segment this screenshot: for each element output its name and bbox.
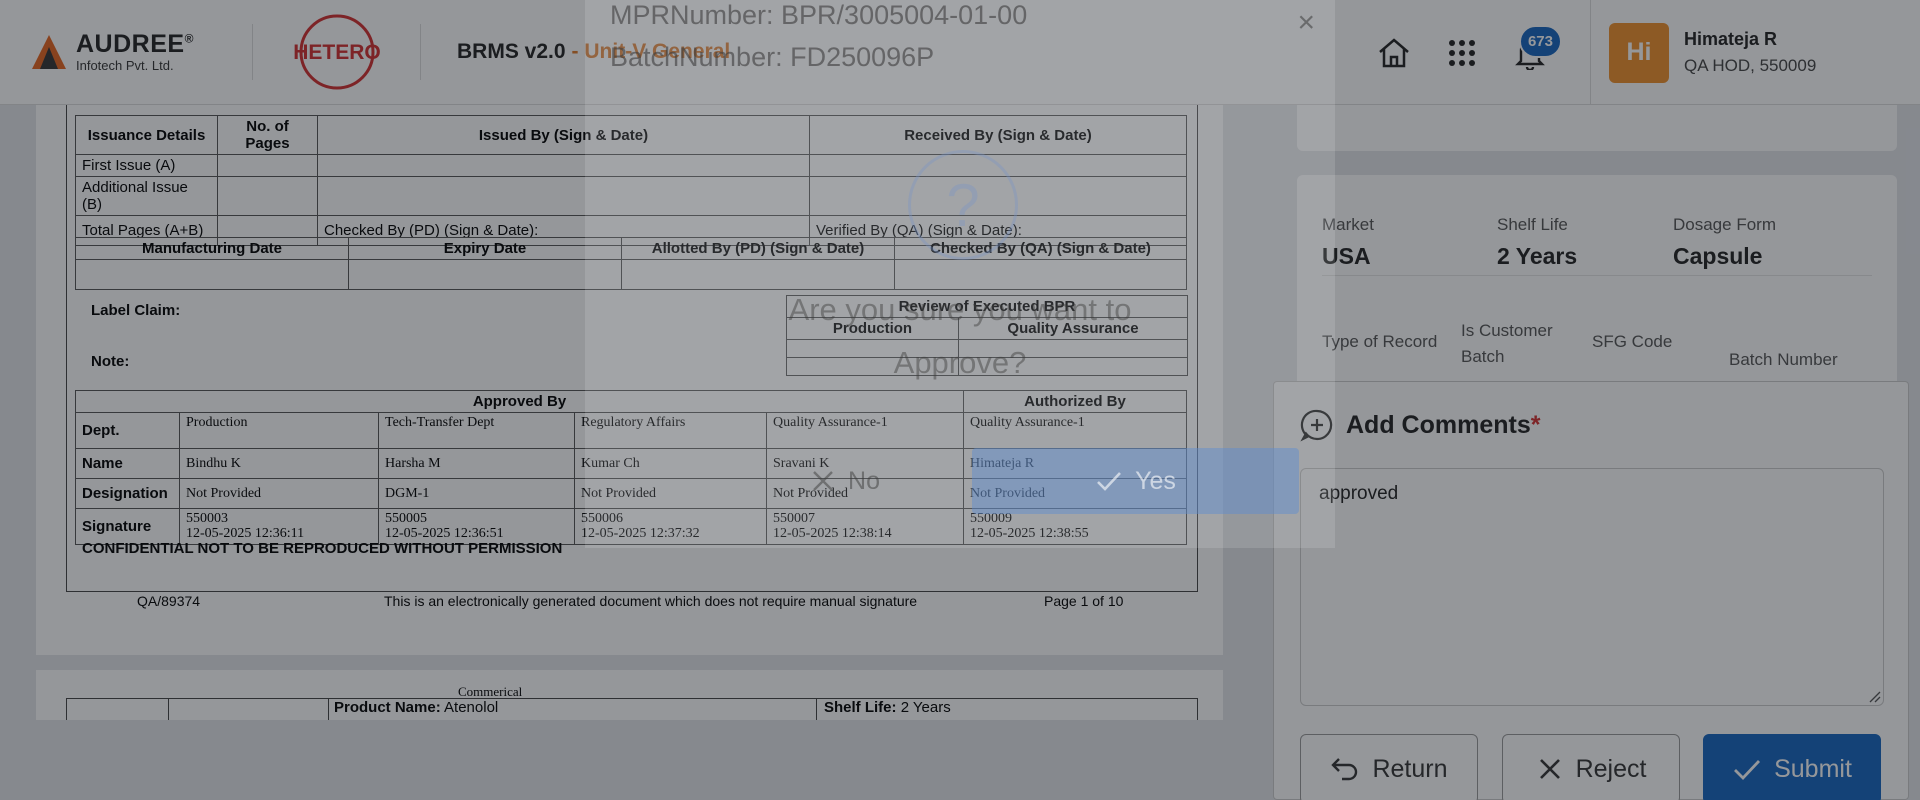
question-icon: ?: [908, 150, 1018, 260]
yes-button[interactable]: Yes: [972, 448, 1299, 514]
mpr-number: MPRNumber: BPR/3005004-01-00: [610, 0, 1028, 30]
close-icon: [813, 471, 833, 491]
batch-number-line: BatchNumber: FD250096P: [610, 42, 935, 72]
check-icon: [1097, 472, 1122, 491]
yes-label: Yes: [1135, 466, 1176, 495]
no-button[interactable]: No: [745, 448, 945, 514]
confirm-message: Are you sure you want to: [788, 292, 1132, 327]
confirm-action: Approve?: [893, 345, 1027, 380]
approve-confirm-dialog: MPRNumber: BPR/3005004-01-00 BatchNumber…: [585, 0, 1335, 548]
close-icon[interactable]: ×: [1297, 6, 1315, 40]
no-label: No: [848, 466, 880, 495]
